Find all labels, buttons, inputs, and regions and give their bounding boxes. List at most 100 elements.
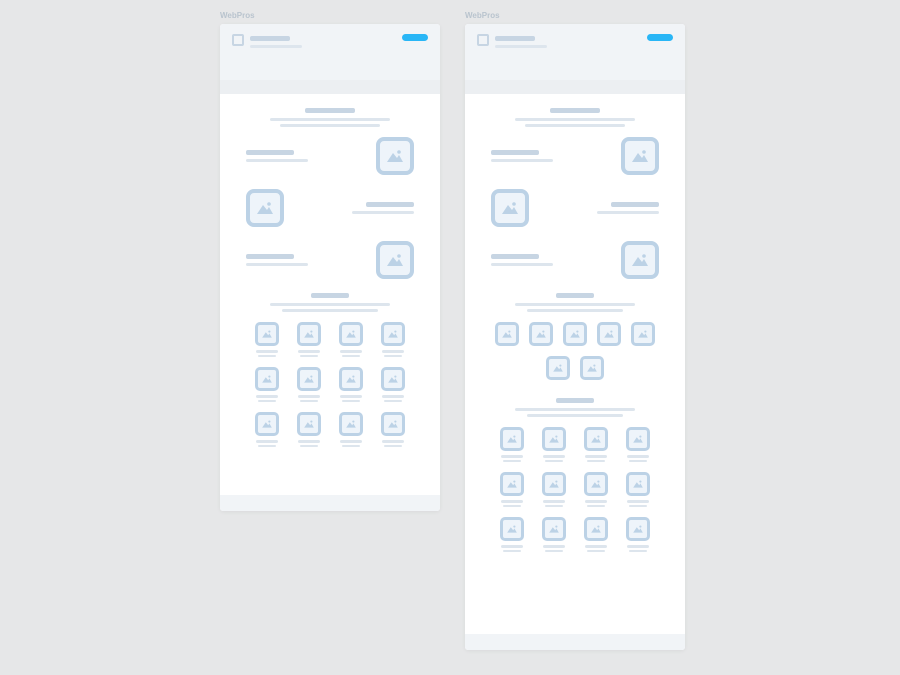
card-item[interactable] xyxy=(253,367,281,402)
card-item[interactable] xyxy=(529,322,553,350)
image-placeholder-icon xyxy=(246,189,284,227)
image-placeholder-icon xyxy=(563,322,587,346)
card-item[interactable] xyxy=(337,322,365,357)
card-item[interactable] xyxy=(631,322,655,350)
image-placeholder-icon xyxy=(584,472,608,496)
card-item[interactable] xyxy=(624,517,652,552)
logo-icon xyxy=(477,34,489,46)
image-placeholder-icon xyxy=(381,322,405,346)
card-item[interactable] xyxy=(253,322,281,357)
image-placeholder-icon xyxy=(381,412,405,436)
brand-label: WebPros xyxy=(220,11,255,20)
section-heading xyxy=(491,293,659,312)
card-item[interactable] xyxy=(624,427,652,462)
card-item[interactable] xyxy=(498,472,526,507)
feature-text xyxy=(246,254,308,266)
cta-button[interactable] xyxy=(402,34,428,41)
image-placeholder-icon xyxy=(339,412,363,436)
card-item[interactable] xyxy=(379,412,407,447)
section-heading xyxy=(491,398,659,417)
image-placeholder-icon xyxy=(584,427,608,451)
image-placeholder-icon xyxy=(542,472,566,496)
feature-text xyxy=(597,202,659,214)
card-item[interactable] xyxy=(295,322,323,357)
wireframe-variant-a: WebPros xyxy=(220,24,440,511)
card-grid-top xyxy=(491,322,659,384)
image-placeholder-icon xyxy=(255,412,279,436)
card-item[interactable] xyxy=(624,472,652,507)
card-item[interactable] xyxy=(295,412,323,447)
subheader-bar xyxy=(220,80,440,94)
card-item[interactable] xyxy=(295,367,323,402)
feature-text xyxy=(352,202,414,214)
card-item[interactable] xyxy=(540,472,568,507)
feature-row xyxy=(246,189,414,227)
image-placeholder-icon xyxy=(584,517,608,541)
section-heading xyxy=(246,293,414,312)
image-placeholder-icon xyxy=(255,367,279,391)
feature-row xyxy=(491,241,659,279)
image-placeholder-icon xyxy=(597,322,621,346)
card-item[interactable] xyxy=(582,517,610,552)
card-item[interactable] xyxy=(379,367,407,402)
card-item[interactable] xyxy=(563,322,587,350)
card-item[interactable] xyxy=(546,356,570,384)
card-item[interactable] xyxy=(495,322,519,350)
card-item[interactable] xyxy=(337,412,365,447)
section-heading xyxy=(246,108,414,127)
footer xyxy=(465,634,685,650)
section-heading xyxy=(491,108,659,127)
cta-button[interactable] xyxy=(647,34,673,41)
image-placeholder-icon xyxy=(500,472,524,496)
card-item[interactable] xyxy=(580,356,604,384)
subheader-bar xyxy=(465,80,685,94)
image-placeholder-icon xyxy=(297,322,321,346)
image-placeholder-icon xyxy=(500,517,524,541)
card-item[interactable] xyxy=(582,427,610,462)
image-placeholder-icon xyxy=(376,241,414,279)
image-placeholder-icon xyxy=(529,322,553,346)
header-title xyxy=(495,36,547,48)
card-grid-bottom xyxy=(491,427,659,552)
image-placeholder-icon xyxy=(626,472,650,496)
card-item[interactable] xyxy=(582,472,610,507)
feature-row xyxy=(246,241,414,279)
brand-label: WebPros xyxy=(465,11,500,20)
feature-text xyxy=(491,254,553,266)
image-placeholder-icon xyxy=(621,241,659,279)
image-placeholder-icon xyxy=(621,137,659,175)
feature-row xyxy=(491,189,659,227)
image-placeholder-icon xyxy=(580,356,604,380)
image-placeholder-icon xyxy=(255,322,279,346)
image-placeholder-icon xyxy=(626,517,650,541)
feature-text xyxy=(246,150,308,162)
image-placeholder-icon xyxy=(626,427,650,451)
feature-text xyxy=(491,150,553,162)
image-placeholder-icon xyxy=(631,322,655,346)
card-grid xyxy=(246,322,414,447)
card-item[interactable] xyxy=(540,517,568,552)
feature-row xyxy=(246,137,414,175)
feature-row xyxy=(491,137,659,175)
footer xyxy=(220,495,440,511)
card-item[interactable] xyxy=(498,427,526,462)
card-item[interactable] xyxy=(597,322,621,350)
image-placeholder-icon xyxy=(297,367,321,391)
card-item[interactable] xyxy=(498,517,526,552)
image-placeholder-icon xyxy=(376,137,414,175)
card-item[interactable] xyxy=(253,412,281,447)
image-placeholder-icon xyxy=(500,427,524,451)
image-placeholder-icon xyxy=(297,412,321,436)
card-item[interactable] xyxy=(540,427,568,462)
header-title xyxy=(250,36,302,48)
image-placeholder-icon xyxy=(339,367,363,391)
image-placeholder-icon xyxy=(495,322,519,346)
image-placeholder-icon xyxy=(491,189,529,227)
wireframe-variant-b: WebPros xyxy=(465,24,685,650)
image-placeholder-icon xyxy=(381,367,405,391)
card-item[interactable] xyxy=(337,367,365,402)
image-placeholder-icon xyxy=(542,517,566,541)
card-item[interactable] xyxy=(379,322,407,357)
image-placeholder-icon xyxy=(542,427,566,451)
logo-icon xyxy=(232,34,244,46)
